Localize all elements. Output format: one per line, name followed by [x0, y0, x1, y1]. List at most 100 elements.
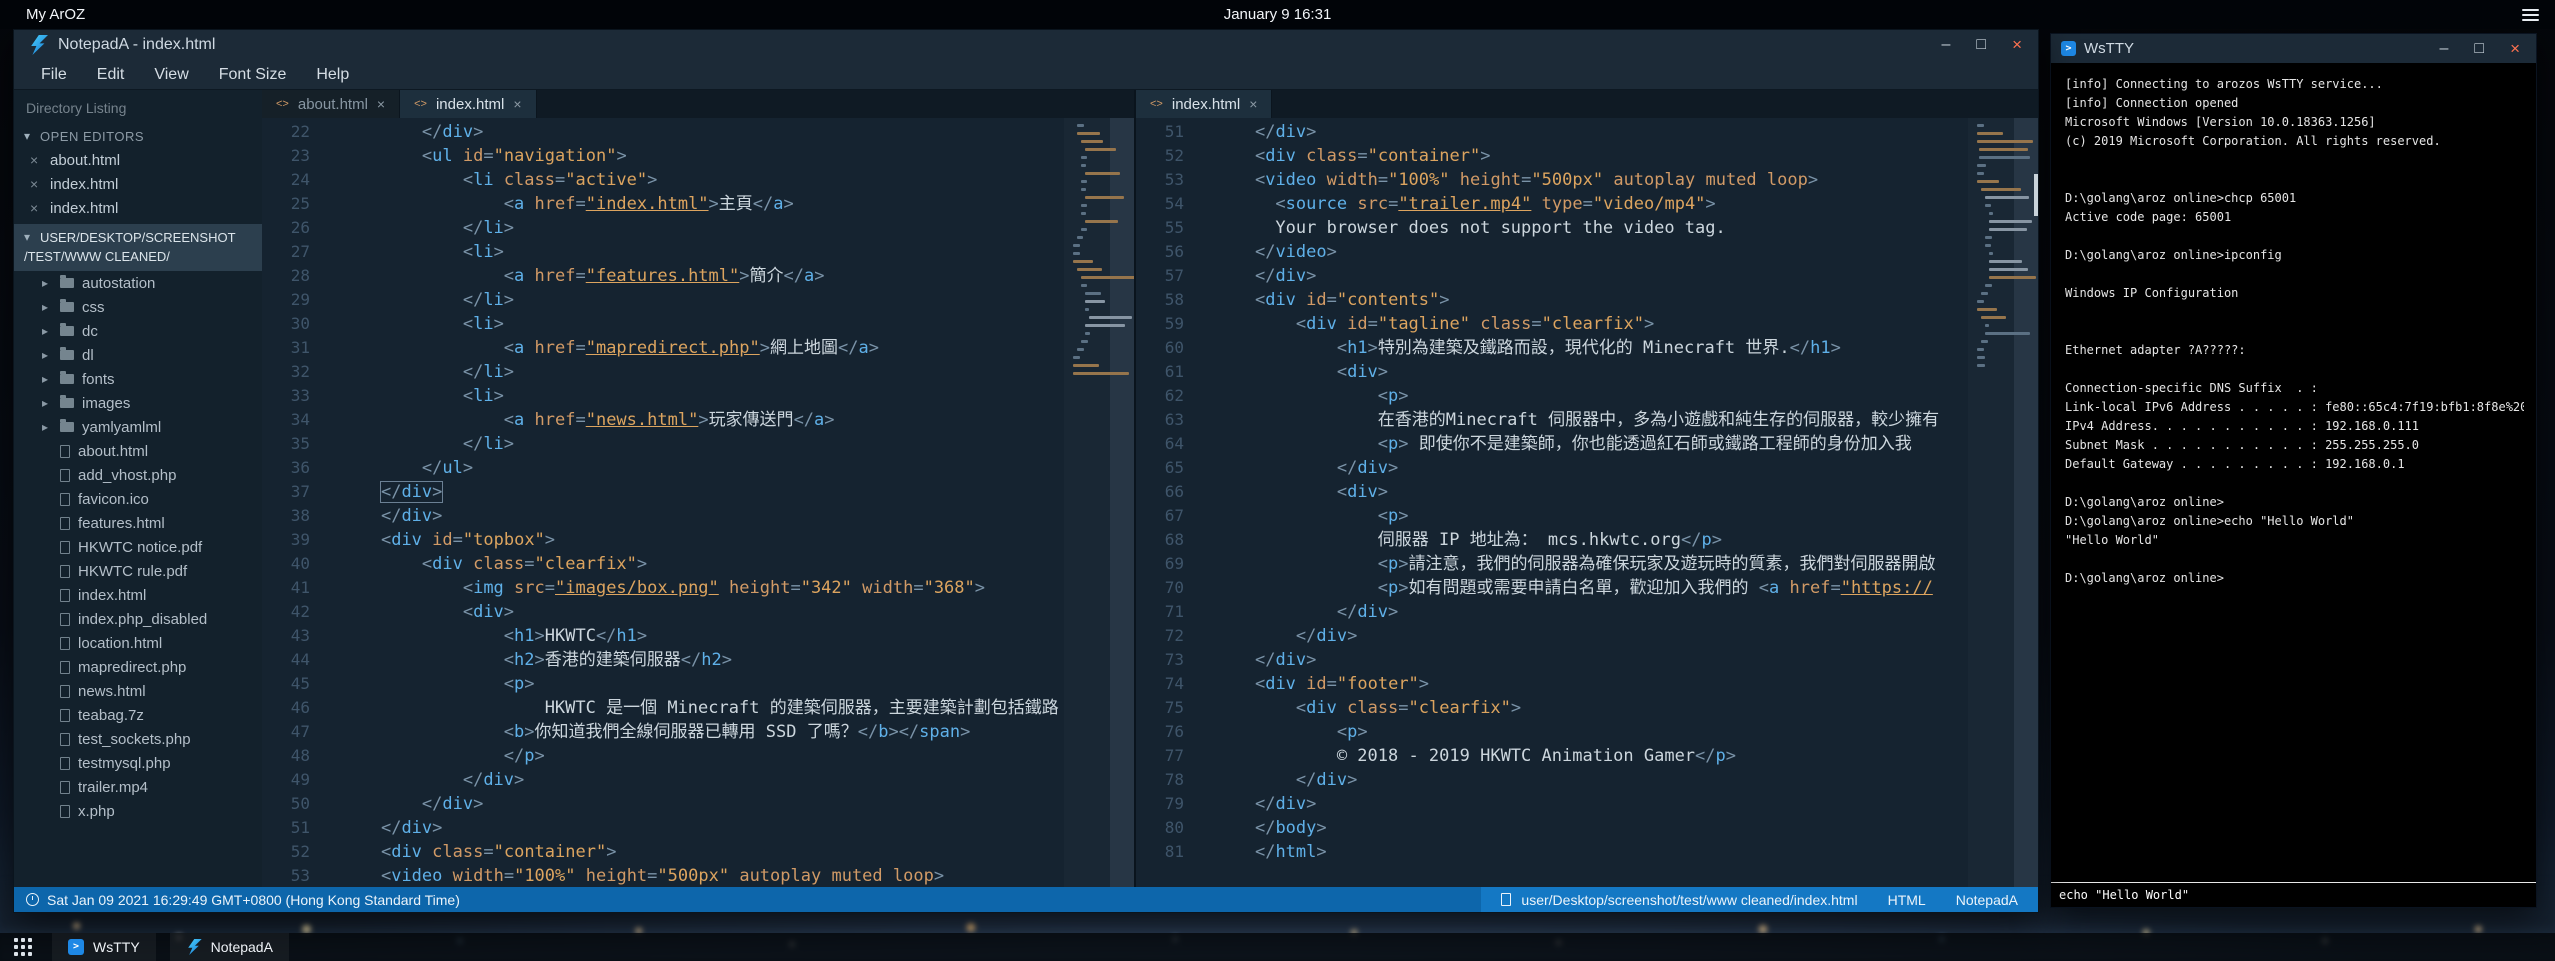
code-line[interactable]: <li>: [340, 312, 1064, 336]
code-line[interactable]: HKWTC 是一個 Minecraft 的建築伺服器，主要建築計劃包括鐵路: [340, 696, 1064, 720]
close-tab-icon[interactable]: ×: [1249, 96, 1257, 112]
code-line[interactable]: <ul id="navigation">: [340, 144, 1064, 168]
code-content[interactable]: </div> <ul id="navigation"> <li class="a…: [326, 118, 1064, 887]
tree-file[interactable]: teabag.7z: [14, 703, 262, 727]
code-line[interactable]: <p>: [1214, 720, 1968, 744]
code-line[interactable]: </div>: [340, 120, 1064, 144]
code-line[interactable]: </div>: [1214, 624, 1968, 648]
code-line[interactable]: </div>: [340, 816, 1064, 840]
tree-folder[interactable]: images: [14, 391, 262, 415]
code-line[interactable]: <h1>HKWTC</h1>: [340, 624, 1064, 648]
code-line[interactable]: </div>: [340, 792, 1064, 816]
menu-font-size[interactable]: Font Size: [204, 60, 302, 90]
terminal-output[interactable]: [info] Connecting to arozos WsTTY servic…: [2051, 63, 2536, 882]
code-line[interactable]: </div>: [1214, 456, 1968, 480]
code-line[interactable]: </div>: [340, 504, 1064, 528]
minimap[interactable]: [1968, 118, 2038, 887]
code-line[interactable]: <p>: [1214, 384, 1968, 408]
code-line[interactable]: <img src="images/box.png" height="342" w…: [340, 576, 1064, 600]
code-line[interactable]: </div>: [1214, 600, 1968, 624]
close-file-icon[interactable]: ×: [30, 200, 42, 216]
code-line[interactable]: </li>: [340, 288, 1064, 312]
code-line[interactable]: 伺服器 IP 地址為： mcs.hkwtc.org</p>: [1214, 528, 1968, 552]
code-line[interactable]: <p>如有問題或需要申請白名單，歡迎加入我們的 <a href="https:/…: [1214, 576, 1968, 600]
code-line[interactable]: © 2018 - 2019 HKWTC Animation Gamer</p>: [1214, 744, 1968, 768]
tree-file[interactable]: HKWTC rule.pdf: [14, 559, 262, 583]
code-line[interactable]: </li>: [340, 216, 1064, 240]
system-menu-label[interactable]: My ArOZ: [0, 6, 85, 23]
code-line[interactable]: <div>: [340, 600, 1064, 624]
code-line[interactable]: <video width="100%" height="500px" autop…: [1214, 168, 1968, 192]
tree-file[interactable]: x.php: [14, 799, 262, 823]
notepada-titlebar[interactable]: NotepadA - index.html – □ ×: [14, 30, 2038, 60]
close-file-icon[interactable]: ×: [30, 152, 42, 168]
terminal-input[interactable]: echo "Hello World": [2051, 882, 2536, 907]
tree-file[interactable]: news.html: [14, 679, 262, 703]
tree-folder[interactable]: autostation: [14, 271, 262, 295]
code-line[interactable]: </div>: [1214, 120, 1968, 144]
code-line[interactable]: </div>: [1214, 768, 1968, 792]
tree-folder[interactable]: dc: [14, 319, 262, 343]
close-icon[interactable]: ×: [2510, 41, 2520, 57]
code-line[interactable]: </body>: [1214, 816, 1968, 840]
tree-file[interactable]: mapredirect.php: [14, 655, 262, 679]
code-line[interactable]: Your browser does not support the video …: [1214, 216, 1968, 240]
minimap-slider[interactable]: [1110, 118, 1134, 887]
code-line[interactable]: <div>: [1214, 360, 1968, 384]
menu-view[interactable]: View: [139, 60, 203, 90]
code-line[interactable]: <b>你知道我們全線伺服器已轉用 SSD 了嗎？</b></span>: [340, 720, 1064, 744]
tree-file[interactable]: index.php_disabled: [14, 607, 262, 631]
tree-folder[interactable]: dl: [14, 343, 262, 367]
scrollbar-thumb[interactable]: [2034, 174, 2038, 216]
code-line[interactable]: <video width="100%" height="500px" autop…: [340, 864, 1064, 887]
close-file-icon[interactable]: ×: [30, 176, 42, 192]
tree-file[interactable]: HKWTC notice.pdf: [14, 535, 262, 559]
code-line[interactable]: </div>: [1214, 264, 1968, 288]
menu-edit[interactable]: Edit: [82, 60, 140, 90]
code-line[interactable]: <h1>特別為建築及鐵路而設，現代化的 Minecraft 世界.</h1>: [1214, 336, 1968, 360]
tree-file[interactable]: about.html: [14, 439, 262, 463]
code-line[interactable]: </li>: [340, 360, 1064, 384]
tree-file[interactable]: testmysql.php: [14, 751, 262, 775]
code-line[interactable]: <div id="contents">: [1214, 288, 1968, 312]
tab-about.html[interactable]: about.html×: [262, 90, 400, 118]
close-icon[interactable]: ×: [2012, 37, 2022, 53]
code-line[interactable]: <div class="container">: [1214, 144, 1968, 168]
taskbar-item-notepada[interactable]: NotepadA: [170, 933, 289, 961]
tree-file[interactable]: index.html: [14, 583, 262, 607]
code-line[interactable]: </p>: [340, 744, 1064, 768]
menu-file[interactable]: File: [26, 60, 82, 90]
code-line[interactable]: <p>請注意，我們的伺服器為確保玩家及遊玩時的質素，我們對伺服器開啟: [1214, 552, 1968, 576]
code-line[interactable]: </li>: [340, 432, 1064, 456]
code-line[interactable]: </div>: [340, 480, 1064, 504]
tree-file[interactable]: trailer.mp4: [14, 775, 262, 799]
tree-file[interactable]: features.html: [14, 511, 262, 535]
minimap[interactable]: [1064, 118, 1134, 887]
tree-file[interactable]: add_vhost.php: [14, 463, 262, 487]
start-menu-icon[interactable]: [14, 938, 32, 956]
open-editor-item[interactable]: ×index.html: [14, 172, 262, 196]
code-line[interactable]: <div id="tagline" class="clearfix">: [1214, 312, 1968, 336]
code-line[interactable]: <a href="features.html">簡介</a>: [340, 264, 1064, 288]
tree-folder[interactable]: fonts: [14, 367, 262, 391]
status-app-name[interactable]: NotepadA: [1956, 892, 2018, 908]
code-line[interactable]: <a href="index.html">主頁</a>: [340, 192, 1064, 216]
maximize-icon[interactable]: □: [1976, 37, 1986, 53]
menu-help[interactable]: Help: [301, 60, 364, 90]
code-line[interactable]: <h2>香港的建築伺服器</h2>: [340, 648, 1064, 672]
code-line[interactable]: <a href="news.html">玩家傳送門</a>: [340, 408, 1064, 432]
code-line[interactable]: </div>: [1214, 792, 1968, 816]
code-line[interactable]: </div>: [340, 768, 1064, 792]
tree-folder[interactable]: yamlyamlml: [14, 415, 262, 439]
code-content[interactable]: </div> <div class="container"> <video wi…: [1200, 118, 1968, 887]
code-line[interactable]: </video>: [1214, 240, 1968, 264]
status-language[interactable]: HTML: [1888, 892, 1926, 908]
hamburger-menu-icon[interactable]: [2522, 6, 2539, 24]
tab-index.html[interactable]: index.html×: [400, 90, 536, 118]
minimize-icon[interactable]: –: [1941, 37, 1950, 53]
code-line[interactable]: <p>: [1214, 504, 1968, 528]
code-line[interactable]: <p> 即使你不是建築師，你也能透過紅石師或鐵路工程師的身份加入我: [1214, 432, 1968, 456]
close-tab-icon[interactable]: ×: [513, 96, 521, 112]
open-editors-header[interactable]: OPEN EDITORS: [14, 124, 262, 148]
close-tab-icon[interactable]: ×: [377, 96, 385, 112]
